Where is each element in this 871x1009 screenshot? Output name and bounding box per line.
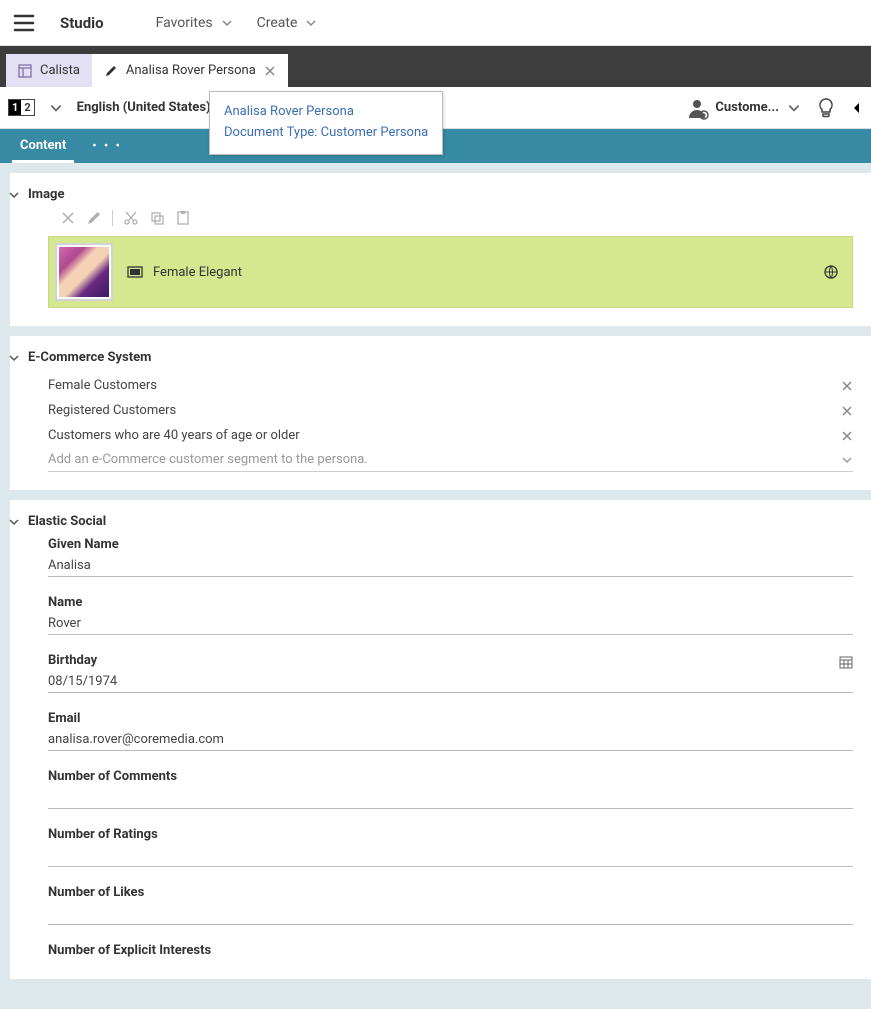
cut-icon[interactable] bbox=[123, 210, 139, 226]
app-title: Studio bbox=[60, 14, 104, 32]
field-name: Name bbox=[48, 595, 853, 635]
chevron-down-icon[interactable] bbox=[8, 352, 20, 364]
num-comments-input[interactable] bbox=[48, 787, 853, 809]
separator bbox=[112, 210, 113, 226]
toggle-1: 1 bbox=[9, 100, 21, 115]
more-tabs-icon[interactable]: • • • bbox=[92, 139, 122, 154]
chevron-left-icon[interactable] bbox=[851, 102, 863, 114]
segment-label: Female Customers bbox=[48, 378, 157, 393]
panel-elastic-header[interactable]: Elastic Social bbox=[28, 514, 853, 529]
persona-label: Custome... bbox=[715, 100, 779, 115]
chevron-down-icon[interactable] bbox=[49, 101, 63, 115]
field-label: Birthday bbox=[48, 653, 853, 668]
close-icon[interactable] bbox=[264, 65, 276, 77]
field-label: Email bbox=[48, 711, 853, 726]
pencil-icon bbox=[104, 64, 118, 78]
calendar-icon[interactable] bbox=[839, 655, 853, 669]
chevron-down-icon bbox=[841, 454, 853, 466]
tab-label: Calista bbox=[40, 63, 80, 78]
tooltip-subtitle: Document Type: Customer Persona bbox=[224, 123, 428, 144]
locale-label[interactable]: English (United States) bbox=[77, 100, 211, 115]
panel-ecommerce: E-Commerce System Female Customers Regis… bbox=[10, 336, 871, 490]
segment-row[interactable]: Customers who are 40 years of age or old… bbox=[48, 423, 853, 448]
field-birthday: Birthday bbox=[48, 653, 853, 693]
field-label: Number of Likes bbox=[48, 885, 853, 900]
segment-add-placeholder: Add an e-Commerce customer segment to th… bbox=[48, 452, 368, 467]
edit-icon[interactable] bbox=[86, 210, 102, 226]
field-label: Number of Ratings bbox=[48, 827, 853, 842]
num-ratings-input[interactable] bbox=[48, 845, 853, 867]
chevron-down-icon[interactable] bbox=[8, 516, 20, 528]
panels-area: Image Female Elegant bbox=[0, 163, 871, 1009]
segment-label: Registered Customers bbox=[48, 403, 176, 418]
field-email: Email bbox=[48, 711, 853, 751]
field-label: Number of Explicit Interests bbox=[48, 943, 853, 958]
remove-icon[interactable] bbox=[841, 430, 853, 442]
panel-title: E-Commerce System bbox=[28, 350, 151, 365]
persona-icon bbox=[687, 98, 707, 118]
segment-row[interactable]: Registered Customers bbox=[48, 398, 853, 423]
field-label: Given Name bbox=[48, 537, 853, 552]
chevron-down-icon[interactable] bbox=[8, 189, 20, 201]
compare-toggle[interactable]: 1 2 bbox=[8, 99, 35, 116]
tab-analisa-rover-persona[interactable]: Analisa Rover Persona bbox=[92, 54, 288, 87]
hamburger-icon[interactable] bbox=[12, 11, 36, 35]
field-num-comments: Number of Comments bbox=[48, 769, 853, 809]
menu-favorites[interactable]: Favorites bbox=[156, 15, 233, 31]
panel-image: Image Female Elegant bbox=[10, 173, 871, 326]
chevron-down-icon bbox=[305, 17, 317, 29]
chevron-down-icon bbox=[787, 101, 801, 115]
given-name-input[interactable] bbox=[48, 555, 853, 577]
delete-icon[interactable] bbox=[60, 210, 76, 226]
picture-icon bbox=[127, 264, 143, 280]
panel-image-header[interactable]: Image bbox=[28, 187, 853, 202]
image-thumbnail bbox=[55, 243, 113, 301]
name-input[interactable] bbox=[48, 613, 853, 635]
birthday-input[interactable] bbox=[48, 671, 853, 693]
menu-create[interactable]: Create bbox=[257, 15, 318, 31]
toggle-2: 2 bbox=[21, 100, 33, 115]
panel-title: Image bbox=[28, 187, 64, 202]
image-item[interactable]: Female Elegant bbox=[48, 236, 853, 308]
menu-favorites-label: Favorites bbox=[156, 15, 213, 31]
image-toolbar bbox=[60, 210, 853, 226]
field-label: Name bbox=[48, 595, 853, 610]
tooltip-title: Analisa Rover Persona bbox=[224, 102, 428, 123]
segment-add[interactable]: Add an e-Commerce customer segment to th… bbox=[48, 448, 853, 472]
panel-elastic-social: Elastic Social Given Name Name Birthday … bbox=[10, 500, 871, 979]
tab-calista[interactable]: Calista bbox=[6, 54, 92, 87]
field-num-ratings: Number of Ratings bbox=[48, 827, 853, 867]
tab-content[interactable]: Content bbox=[12, 130, 74, 163]
gear-icon bbox=[699, 110, 709, 120]
image-item-label: Female Elegant bbox=[153, 265, 242, 280]
remove-icon[interactable] bbox=[841, 380, 853, 392]
panel-ecommerce-header[interactable]: E-Commerce System bbox=[28, 350, 853, 365]
info-bar: 1 2 English (United States) Analisa Rove… bbox=[0, 87, 871, 129]
lightbulb-icon[interactable] bbox=[815, 97, 837, 119]
persona-selector[interactable]: Custome... bbox=[687, 98, 801, 118]
tab-label: Analisa Rover Persona bbox=[126, 63, 256, 78]
globe-icon[interactable] bbox=[824, 265, 838, 279]
field-label: Number of Comments bbox=[48, 769, 853, 784]
field-num-interests: Number of Explicit Interests bbox=[48, 943, 853, 958]
segment-row[interactable]: Female Customers bbox=[48, 373, 853, 398]
email-input[interactable] bbox=[48, 729, 853, 751]
panel-title: Elastic Social bbox=[28, 514, 106, 529]
menu-create-label: Create bbox=[257, 15, 298, 31]
field-num-likes: Number of Likes bbox=[48, 885, 853, 925]
tab-tooltip: Analisa Rover Persona Document Type: Cus… bbox=[209, 91, 443, 155]
tab-strip: Calista Analisa Rover Persona bbox=[0, 46, 871, 87]
field-given-name: Given Name bbox=[48, 537, 853, 577]
dashboard-icon bbox=[18, 64, 32, 78]
chevron-down-icon bbox=[221, 17, 233, 29]
segment-label: Customers who are 40 years of age or old… bbox=[48, 428, 300, 443]
paste-icon[interactable] bbox=[175, 210, 191, 226]
app-header: Studio Favorites Create bbox=[0, 0, 871, 46]
num-likes-input[interactable] bbox=[48, 903, 853, 925]
remove-icon[interactable] bbox=[841, 405, 853, 417]
copy-icon[interactable] bbox=[149, 210, 165, 226]
